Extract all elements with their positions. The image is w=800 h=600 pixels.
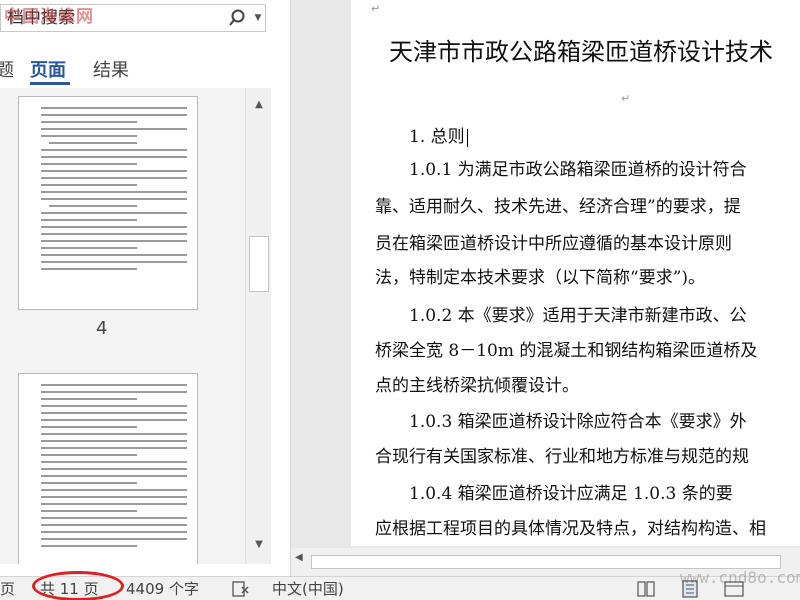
doc-line: 应根据工程项目的具体情况及特点，对结构构造、相 bbox=[375, 519, 766, 539]
doc-line: 靠、适用耐久、技术先进、经济合理”的要求，提 bbox=[375, 197, 741, 217]
chevron-down-icon[interactable]: ▼ bbox=[251, 7, 265, 29]
doc-line: 桥梁全宽 8－10m 的混凝土和钢结构箱梁匝道桥及 bbox=[375, 341, 758, 361]
scroll-up-icon[interactable]: ▲ bbox=[246, 94, 272, 116]
watermark-bottom: www.cnd8o.com bbox=[680, 568, 800, 587]
paragraph-mark-icon: ↵ bbox=[371, 2, 381, 15]
scrollbar-thumb[interactable] bbox=[249, 236, 269, 292]
horizontal-scrollbar-thumb[interactable] bbox=[311, 555, 781, 569]
doc-line: 点的主线桥梁抗倾覆设计。 bbox=[375, 376, 579, 396]
proofing-icon[interactable] bbox=[232, 581, 250, 597]
page-thumbnails: 4 bbox=[0, 88, 245, 564]
watermark-top: 中国海峰网 bbox=[4, 7, 94, 27]
doc-line: 1. 总则 bbox=[409, 122, 468, 147]
doc-line: 1.0.1 为满足市政公路箱梁匝道桥的设计符合 bbox=[409, 160, 747, 180]
scroll-down-icon[interactable]: ▼ bbox=[246, 534, 272, 556]
scroll-left-icon[interactable]: ◀ bbox=[295, 552, 303, 563]
navigation-scrollbar[interactable]: ▲ ▼ bbox=[245, 88, 271, 564]
active-tab-indicator bbox=[30, 82, 70, 85]
doc-line: 法，特制定本技术要求（以下简称“要求”)。 bbox=[375, 268, 706, 288]
search-icon[interactable] bbox=[228, 8, 246, 28]
page-number-label: 4 bbox=[96, 318, 108, 339]
read-mode-icon[interactable] bbox=[636, 580, 656, 598]
navigation-tabs: 题 页面 结果 bbox=[0, 52, 290, 88]
word-window: 档中搜索 ▼ 题 页面 结果 4 ▲ ▼ ↵ 天津市市政公路箱梁匝道桥设计技术 … bbox=[0, 0, 800, 600]
tab-headings[interactable]: 题 bbox=[0, 56, 14, 82]
document-page[interactable]: ↵ 天津市市政公路箱梁匝道桥设计技术 ↵ 1. 总则 1.0.1 为满足市政公路… bbox=[351, 0, 800, 546]
doc-line: 合现行有关国家标准、行业和地方标准与规范的规 bbox=[375, 447, 749, 467]
doc-line: 1.0.4 箱梁匝道桥设计应满足 1.0.3 条的要 bbox=[409, 484, 733, 504]
doc-line: 1.0.3 箱梁匝道桥设计除应符合本《要求》外 bbox=[409, 412, 747, 432]
word-count[interactable]: 4409 个字 bbox=[126, 579, 199, 599]
text-cursor bbox=[466, 128, 468, 147]
tab-results[interactable]: 结果 bbox=[93, 56, 129, 82]
tab-pages[interactable]: 页面 bbox=[30, 56, 66, 82]
document-title: 天津市市政公路箱梁匝道桥设计技术 bbox=[389, 38, 773, 66]
doc-line: 员在箱梁匝道桥设计中所应遵循的基本设计原则 bbox=[375, 234, 732, 254]
page-thumbnail-5[interactable] bbox=[18, 373, 198, 564]
doc-line: 1.0.2 本《要求》适用于天津市新建市政、公 bbox=[409, 306, 747, 326]
navigation-pane: 档中搜索 ▼ 题 页面 结果 4 ▲ ▼ bbox=[0, 0, 290, 576]
document-area: ↵ 天津市市政公路箱梁匝道桥设计技术 ↵ 1. 总则 1.0.1 为满足市政公路… bbox=[291, 0, 800, 576]
paragraph-mark-icon: ↵ bbox=[621, 92, 631, 105]
page-indicator[interactable]: 页 bbox=[0, 579, 15, 599]
language-indicator[interactable]: 中文(中国) bbox=[272, 579, 344, 599]
page-thumbnail-4[interactable] bbox=[18, 96, 198, 310]
page-count-highlight-circle bbox=[32, 571, 124, 600]
